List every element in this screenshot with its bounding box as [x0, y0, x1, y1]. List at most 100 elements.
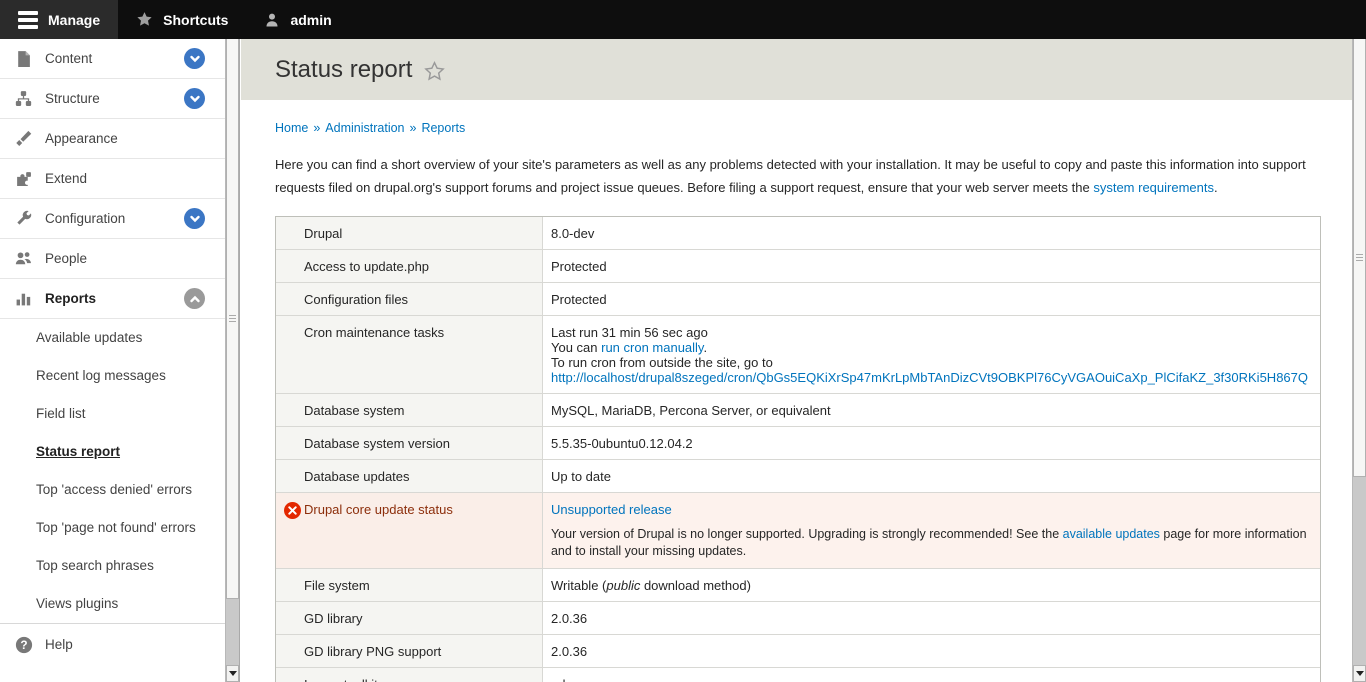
sub-item-label: Available updates [36, 330, 142, 345]
error-icon [284, 502, 301, 519]
sidebar-item-help[interactable]: ? Help [0, 623, 225, 665]
label-text: Database system [304, 403, 404, 418]
sidebar-item-label: Help [45, 637, 73, 652]
toolbar-user-label: admin [290, 12, 331, 28]
table-row: Image toolkit gd [276, 668, 1321, 682]
toolbar-tab-manage[interactable]: Manage [0, 0, 118, 39]
table-row-error: Drupal core update status Unsupported re… [276, 493, 1321, 569]
breadcrumb-link-reports[interactable]: Reports [421, 121, 465, 135]
table-row: Access to update.php Protected [276, 250, 1321, 283]
table-row: Drupal 8.0-dev [276, 217, 1321, 250]
breadcrumb: Home»Administration»Reports [275, 121, 1352, 135]
main-content: Status report Home»Administration»Report… [241, 39, 1352, 682]
report-value: Unsupported release Your version of Drup… [542, 493, 1320, 569]
sidebar-item-available-updates[interactable]: Available updates [0, 319, 225, 357]
table-row-cron: Cron maintenance tasks Last run 31 min 5… [276, 316, 1321, 394]
value-text: download method) [640, 578, 751, 593]
sidebar-item-status-report[interactable]: Status report [0, 433, 225, 471]
sidebar-item-label: Reports [45, 291, 96, 306]
cron-url-line: http://localhost/drupal8szeged/cron/QbGs… [551, 370, 1308, 385]
sidebar-item-field-list[interactable]: Field list [0, 395, 225, 433]
svg-text:?: ? [20, 638, 27, 652]
error-description: Your version of Drupal is no longer supp… [551, 526, 1308, 560]
admin-menu: Content Structure Appearance Extend Conf… [0, 39, 225, 665]
expand-button[interactable] [184, 88, 205, 109]
sidebar-item-label: Content [45, 51, 92, 66]
sub-item-label: Top 'page not found' errors [36, 520, 196, 535]
shortcut-star-icon[interactable] [424, 61, 445, 82]
sidebar-item-appearance[interactable]: Appearance [0, 119, 225, 159]
system-requirements-link[interactable]: system requirements [1093, 180, 1214, 195]
page-header: Status report [241, 39, 1352, 100]
sidebar-item-structure[interactable]: Structure [0, 79, 225, 119]
report-label: File system [276, 569, 543, 602]
sidebar-item-reports[interactable]: Reports [0, 279, 225, 319]
structure-icon [15, 90, 32, 107]
cron-text: You can [551, 340, 601, 355]
sidebar-item-configuration[interactable]: Configuration [0, 199, 225, 239]
sub-item-label: Status report [36, 444, 120, 459]
report-label: GD library [276, 602, 543, 635]
arrow-down-icon [1356, 671, 1364, 676]
chevron-down-icon [189, 93, 201, 105]
user-icon [264, 12, 280, 28]
collapse-button[interactable] [184, 288, 205, 309]
sidebar-item-top-search-phrases[interactable]: Top search phrases [0, 547, 225, 585]
sidebar-item-views-plugins[interactable]: Views plugins [0, 585, 225, 623]
available-updates-link[interactable]: available updates [1063, 527, 1160, 541]
value-text: Protected [551, 292, 607, 307]
sidebar-item-label: Appearance [45, 131, 118, 146]
toolbar-tab-shortcuts[interactable]: Shortcuts [118, 0, 246, 39]
sidebar-item-content[interactable]: Content [0, 39, 225, 79]
label-text: Cron maintenance tasks [304, 325, 444, 340]
cron-run-line: You can run cron manually. [551, 340, 1308, 355]
page-scrollbar-thumb[interactable] [1353, 39, 1366, 477]
report-label: Database system version [276, 427, 543, 460]
sidebar-item-top-page-not-found-errors[interactable]: Top 'page not found' errors [0, 509, 225, 547]
label-text: Configuration files [304, 292, 408, 307]
label-text: File system [304, 578, 370, 593]
page-scrollbar[interactable] [1352, 39, 1366, 682]
value-text: Protected [551, 259, 607, 274]
table-row: GD library 2.0.36 [276, 602, 1321, 635]
chevron-down-icon [189, 53, 201, 65]
sub-item-label: Field list [36, 406, 86, 421]
sidebar-item-people[interactable]: People [0, 239, 225, 279]
expand-button[interactable] [184, 48, 205, 69]
value-text: 2.0.36 [551, 644, 587, 659]
toolbar-tab-user[interactable]: admin [246, 0, 349, 39]
table-row: Database system version 5.5.35-0ubuntu0.… [276, 427, 1321, 460]
unsupported-release-link[interactable]: Unsupported release [551, 502, 672, 517]
configuration-icon [15, 210, 32, 227]
sidebar-scrollbar[interactable] [225, 39, 239, 682]
sidebar-item-top-access-denied-errors[interactable]: Top 'access denied' errors [0, 471, 225, 509]
arrow-down-icon [229, 671, 237, 676]
sidebar-item-recent-log-messages[interactable]: Recent log messages [0, 357, 225, 395]
value-emphasis: public [606, 578, 640, 593]
sub-item-label: Top search phrases [36, 558, 154, 573]
breadcrumb-separator: » [410, 121, 417, 135]
report-label-error: Drupal core update status [276, 493, 543, 569]
run-cron-manually-link[interactable]: run cron manually [601, 340, 703, 355]
sidebar-scroll-down-button[interactable] [226, 665, 239, 682]
value-text: 5.5.35-0ubuntu0.12.04.2 [551, 436, 693, 451]
scrollbar-grip [229, 315, 236, 323]
sidebar-item-extend[interactable]: Extend [0, 159, 225, 199]
expand-button[interactable] [184, 208, 205, 229]
report-label: Database system [276, 394, 543, 427]
table-row: File system Writable (public download me… [276, 569, 1321, 602]
help-icon: ? [15, 636, 33, 654]
cron-last-run: Last run 31 min 56 sec ago [551, 325, 1308, 340]
table-row: Database updates Up to date [276, 460, 1321, 493]
cron-url-link[interactable]: http://localhost/drupal8szeged/cron/QbGs… [551, 370, 1308, 385]
cron-text: . [703, 340, 707, 355]
breadcrumb-link-administration[interactable]: Administration [325, 121, 404, 135]
chevron-down-icon [189, 213, 201, 225]
report-value: MySQL, MariaDB, Percona Server, or equiv… [542, 394, 1320, 427]
page-scroll-down-button[interactable] [1353, 665, 1366, 682]
report-label: Image toolkit [276, 668, 543, 682]
toolbar-manage-label: Manage [48, 12, 100, 28]
breadcrumb-link-home[interactable]: Home [275, 121, 308, 135]
label-text: GD library PNG support [304, 644, 441, 659]
sidebar-scrollbar-thumb[interactable] [226, 39, 239, 599]
